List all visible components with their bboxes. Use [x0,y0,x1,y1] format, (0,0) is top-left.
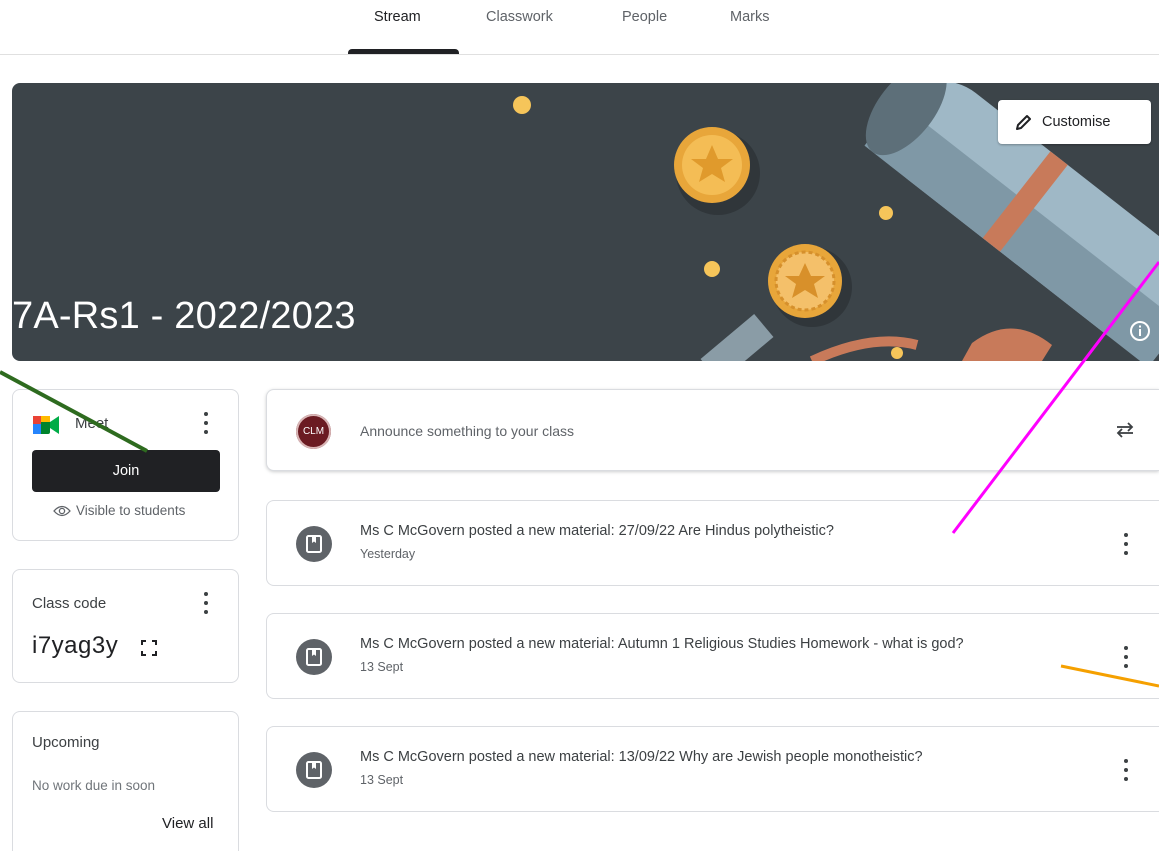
class-code-more-options-icon[interactable] [203,592,209,614]
post-more-options-icon[interactable] [1123,759,1129,781]
google-meet-icon [33,414,59,441]
tab-people[interactable]: People [622,9,667,25]
post-date: 13 Sept [360,773,404,787]
upcoming-title: Upcoming [32,734,100,751]
material-icon [296,639,332,675]
meet-title: Meet [75,415,109,432]
announce-box[interactable]: CLM Announce something to your class [266,389,1159,471]
class-tabs: Stream Classwork People Marks [0,0,1159,55]
customise-label: Customise [1042,114,1111,130]
view-all-link[interactable]: View all [162,815,213,832]
pencil-icon [1014,112,1034,132]
visibility-label: Visible to students [76,503,186,518]
post-date: Yesterday [360,547,416,561]
post-title[interactable]: Ms C McGovern posted a new material: Aut… [360,636,964,652]
announce-placeholder[interactable]: Announce something to your class [360,423,574,439]
fullscreen-icon[interactable] [141,640,157,661]
repost-icon[interactable] [1113,418,1137,447]
class-title: 7A-Rs1 - 2022/2023 [12,295,356,337]
material-icon [296,752,332,788]
post-more-options-icon[interactable] [1123,533,1129,555]
avatar: CLM [296,414,331,449]
class-code-label: Class code [32,595,107,612]
tab-stream[interactable]: Stream [374,9,421,25]
visibility-status: Visible to students [53,503,185,518]
stream-post[interactable]: Ms C McGovern posted a new material: 13/… [266,726,1159,812]
eye-icon [53,505,71,517]
class-code-card: Class code i7yag3y [12,569,239,683]
meet-card: Meet Join Visible to students [12,389,239,541]
tab-classwork[interactable]: Classwork [486,9,553,25]
join-meet-button[interactable]: Join [32,450,220,492]
upcoming-empty-text: No work due in soon [32,778,156,793]
upcoming-card: Upcoming No work due in soon View all [12,711,239,851]
customise-button[interactable]: Customise [998,100,1151,144]
class-banner: 7A-Rs1 - 2022/2023 Customise [12,83,1159,361]
stream-post[interactable]: Ms C McGovern posted a new material: Aut… [266,613,1159,699]
material-icon [296,526,332,562]
post-title[interactable]: Ms C McGovern posted a new material: 27/… [360,523,834,539]
post-date: 13 Sept [360,660,404,674]
class-code-value: i7yag3y [32,632,119,659]
stream-post[interactable]: Ms C McGovern posted a new material: 27/… [266,500,1159,586]
active-tab-indicator [348,49,459,54]
post-more-options-icon[interactable] [1123,646,1129,668]
info-icon[interactable] [1128,319,1152,343]
tab-marks[interactable]: Marks [730,9,769,25]
meet-more-options-icon[interactable] [203,412,209,434]
post-title[interactable]: Ms C McGovern posted a new material: 13/… [360,749,923,765]
